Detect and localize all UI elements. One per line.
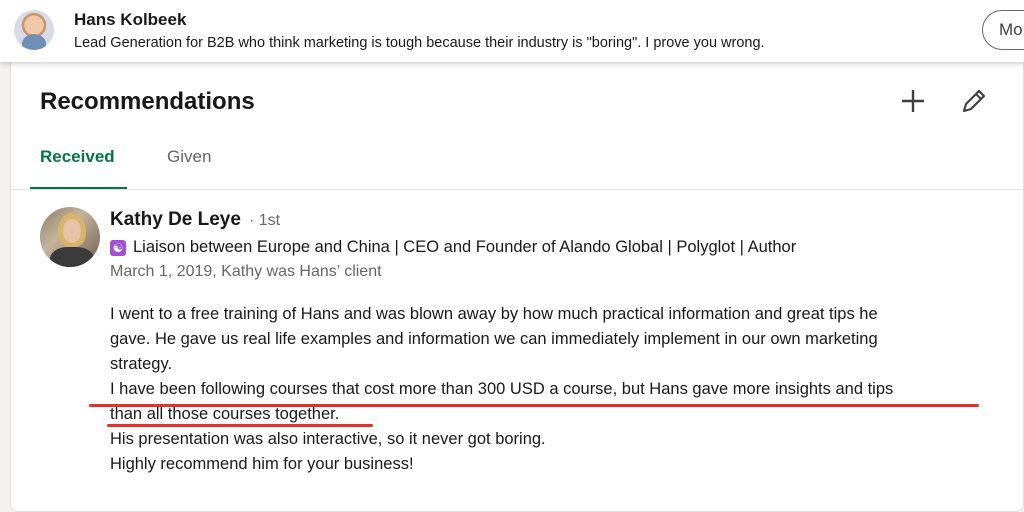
recommendations-card: Recommendations Received Given Kathy De … xyxy=(10,56,1024,512)
recommendation-text-line: than all those courses together. xyxy=(110,405,340,423)
plus-icon[interactable] xyxy=(899,87,927,115)
recommendation-text-line: I went to a free training of Hans and wa… xyxy=(110,305,878,323)
recommendation-text-line: I have been following courses that cost … xyxy=(110,380,894,398)
tabs-divider xyxy=(11,189,1024,190)
recommendation-text-line: Highly recommend him for your business! xyxy=(110,455,414,473)
recommendation-date-relationship: March 1, 2019, Kathy was Hans’ client xyxy=(110,263,382,280)
yin-yang-icon: ☯ xyxy=(110,240,126,256)
highlight-underline xyxy=(107,424,373,427)
profile-sticky-header: Hans Kolbeek Lead Generation for B2B who… xyxy=(0,0,1024,62)
profile-name[interactable]: Hans Kolbeek xyxy=(74,10,186,30)
profile-avatar[interactable] xyxy=(14,10,54,50)
recommender-avatar[interactable] xyxy=(40,207,100,267)
tab-received[interactable]: Received xyxy=(40,147,115,189)
recommendation-text-line: His presentation was also interactive, s… xyxy=(110,430,546,448)
section-title: Recommendations xyxy=(40,88,255,115)
recommender-headline: Liaison between Europe and China | CEO a… xyxy=(133,238,797,256)
more-button[interactable]: Mo xyxy=(982,10,1024,50)
pencil-icon[interactable] xyxy=(959,86,989,116)
recommender-name[interactable]: Kathy De Leye xyxy=(110,209,241,231)
recommendation-text-line: gave. He gave us real life examples and … xyxy=(110,330,878,348)
recommendation-text-line: strategy. xyxy=(110,355,173,373)
tab-given[interactable]: Given xyxy=(167,147,211,189)
connection-degree: · 1st xyxy=(249,212,281,229)
profile-headline: Lead Generation for B2B who think market… xyxy=(74,35,765,51)
